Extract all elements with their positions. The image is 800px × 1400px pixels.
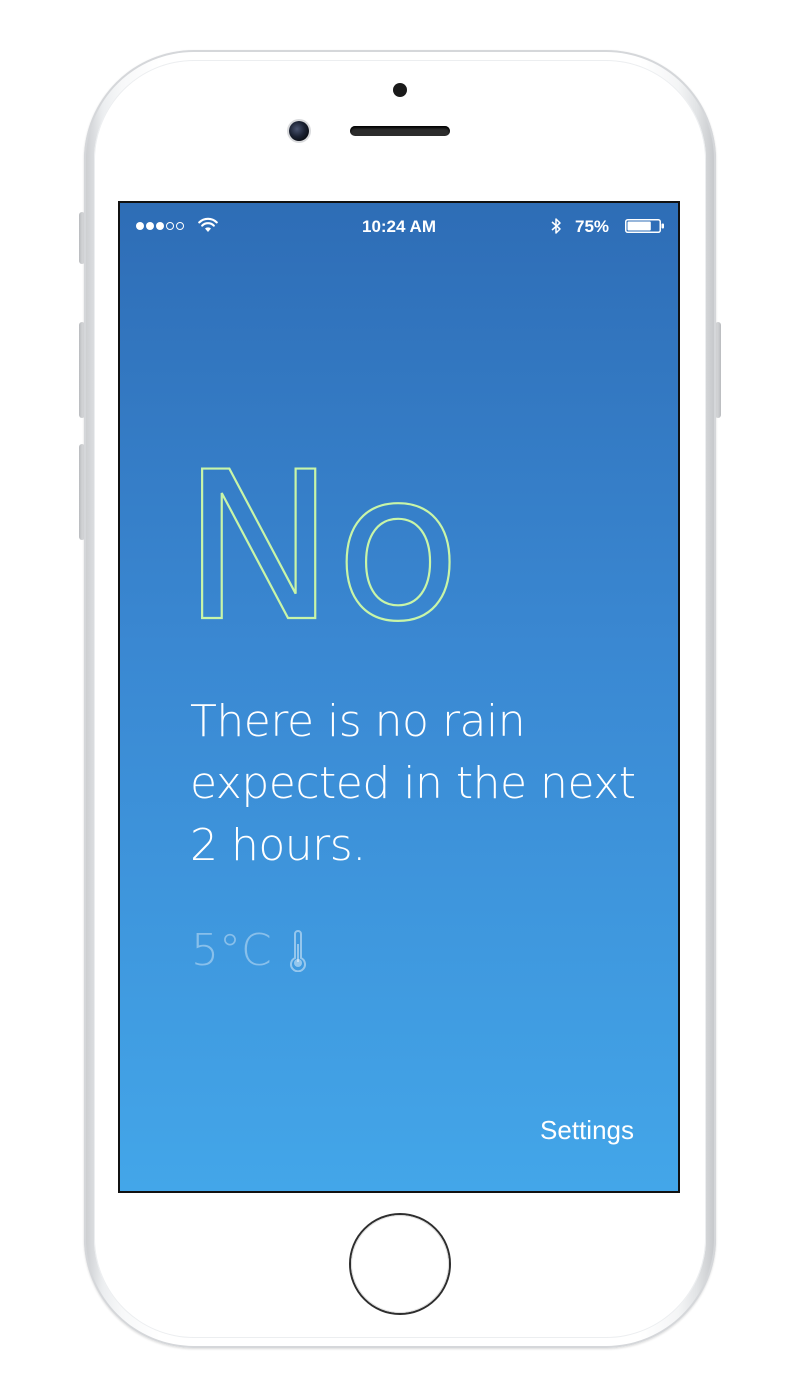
thermometer-icon xyxy=(289,929,306,972)
temperature-value: 5°C xyxy=(191,925,272,976)
battery-icon xyxy=(625,219,664,233)
app-screen: 10:24 AM 75% No There is no rain expecte… xyxy=(120,203,678,1191)
answer-text: No xyxy=(182,458,461,638)
battery-fill xyxy=(627,221,651,231)
front-camera xyxy=(289,121,309,141)
bluetooth-icon xyxy=(551,218,561,234)
answer-heading: No xyxy=(182,458,462,638)
temperature-row: 5°C xyxy=(191,925,308,976)
status-bar: 10:24 AM 75% xyxy=(120,203,678,249)
device-mockup: 10:24 AM 75% No There is no rain expecte… xyxy=(0,0,800,1400)
proximity-sensor xyxy=(393,83,407,97)
settings-button[interactable]: Settings xyxy=(540,1115,634,1146)
home-button[interactable] xyxy=(351,1215,449,1313)
earpiece-speaker xyxy=(350,126,450,136)
battery-percentage: 75% xyxy=(575,217,610,236)
forecast-message: There is no rain expected in the next 2 … xyxy=(190,696,636,871)
